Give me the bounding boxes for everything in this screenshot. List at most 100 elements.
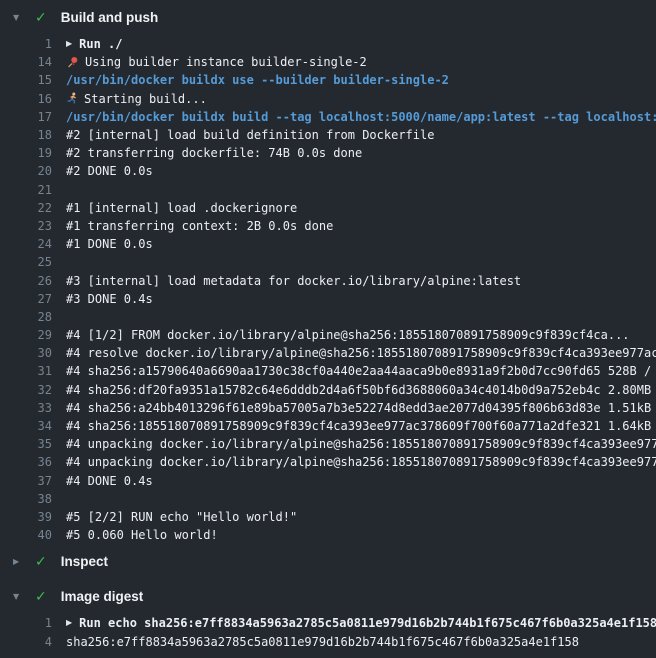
log-text-content: Run echo sha256:e7ff8834a5963a2785c5a081… — [79, 616, 656, 630]
log-line[interactable]: 40 #5 0.060 Hello world! — [0, 526, 656, 544]
log-line[interactable]: 15/usr/bin/docker buildx use --builder b… — [0, 71, 656, 89]
log-text: ▶Run echo sha256:e7ff8834a5963a2785c5a08… — [66, 616, 656, 630]
log-text: #4 [1/2] FROM docker.io/library/alpine@s… — [66, 328, 656, 342]
log-line[interactable]: 35 #4 unpacking docker.io/library/alpine@… — [0, 435, 656, 453]
log-line[interactable]: 1▶Run ./ — [0, 35, 656, 53]
log-line[interactable]: 38 — [0, 490, 656, 508]
line-number[interactable]: 35 — [0, 437, 52, 451]
line-number[interactable]: 32 — [0, 383, 52, 397]
log-text-content: /usr/bin/docker buildx use --builder bui… — [66, 73, 449, 87]
log-line[interactable]: 26 #3 [internal] load metadata for docker… — [0, 271, 656, 289]
section-header-inspect[interactable]: ▶✓Inspect — [0, 544, 656, 579]
line-number[interactable]: 26 — [0, 274, 52, 288]
log-text-content: sha256:e7ff8834a5963a2785c5a0811e979d16b… — [66, 635, 579, 649]
line-number[interactable]: 38 — [0, 492, 52, 506]
log-text-content: #3 DONE 0.4s — [66, 292, 153, 306]
line-number[interactable]: 36 — [0, 455, 52, 469]
log-text-content: /usr/bin/docker buildx build --tag local… — [66, 110, 656, 124]
check-success-icon: ✓ — [35, 590, 47, 604]
log-line[interactable]: 4 sha256:e7ff8834a5963a2785c5a0811e979d16… — [0, 632, 656, 650]
log-line[interactable]: 22 #1 [internal] load .dockerignore — [0, 199, 656, 217]
line-number[interactable]: 37 — [0, 474, 52, 488]
line-number[interactable]: 25 — [0, 255, 52, 269]
log-text: #4 sha256:a15790640a6690aa1730c38cf0a440… — [66, 364, 656, 378]
log-text: #5 [2/2] RUN echo "Hello world!" — [66, 510, 656, 524]
chevron-down-icon: ▼ — [13, 14, 27, 22]
log-text: #4 sha256:a24bb4013296f61e89ba57005a7b3e… — [66, 401, 656, 415]
log-text: /usr/bin/docker buildx build --tag local… — [66, 110, 656, 124]
line-number[interactable]: 40 — [0, 528, 52, 542]
log-text-content: Using builder instance builder-single-2 — [85, 55, 367, 69]
line-number[interactable]: 29 — [0, 328, 52, 342]
log-line[interactable]: 36 #4 unpacking docker.io/library/alpine@… — [0, 453, 656, 471]
line-number[interactable]: 18 — [0, 128, 52, 142]
log-line[interactable]: 39 #5 [2/2] RUN echo "Hello world!" — [0, 508, 656, 526]
section-title: Image digest — [61, 589, 144, 604]
log-line[interactable]: 34 #4 sha256:185518070891758909c9f839cf4c… — [0, 417, 656, 435]
log-text: #4 unpacking docker.io/library/alpine@sh… — [66, 455, 656, 469]
log-line[interactable]: 28 — [0, 308, 656, 326]
log-line[interactable]: 21 — [0, 181, 656, 199]
chevron-down-icon: ▼ — [13, 593, 27, 601]
log-line[interactable]: 20 #2 DONE 0.0s — [0, 162, 656, 180]
log-line[interactable]: 29 #4 [1/2] FROM docker.io/library/alpine… — [0, 326, 656, 344]
line-number[interactable]: 27 — [0, 292, 52, 306]
log-text-content: #2 transferring dockerfile: 74B 0.0s don… — [66, 146, 362, 160]
line-number[interactable]: 30 — [0, 346, 52, 360]
log-line[interactable]: 17/usr/bin/docker buildx build --tag loc… — [0, 108, 656, 126]
line-number[interactable]: 4 — [0, 635, 52, 649]
log-line[interactable]: 27 #3 DONE 0.4s — [0, 290, 656, 308]
line-number[interactable]: 39 — [0, 510, 52, 524]
line-number[interactable]: 1 — [0, 616, 52, 630]
line-number[interactable]: 15 — [0, 73, 52, 87]
log-line[interactable]: 31 #4 sha256:a15790640a6690aa1730c38cf0a4… — [0, 362, 656, 380]
line-number[interactable]: 21 — [0, 183, 52, 197]
log-text: #5 0.060 Hello world! — [66, 528, 656, 542]
line-number[interactable]: 20 — [0, 164, 52, 178]
line-number[interactable]: 24 — [0, 237, 52, 251]
log-line[interactable]: 1 ▶Run echo sha256:e7ff8834a5963a2785c5a0… — [0, 614, 656, 632]
log-text: #1 DONE 0.0s — [66, 237, 656, 251]
log-text-content: #5 [2/2] RUN echo "Hello world!" — [66, 510, 297, 524]
log-text: #4 sha256:df20fa9351a15782c64e6dddb2d4a6… — [66, 383, 656, 397]
chevron-right-icon: ▶ — [13, 558, 27, 566]
pushpin-icon — [66, 56, 79, 69]
section-title: Build and push — [61, 10, 159, 25]
log-text-content: #4 resolve docker.io/library/alpine@sha2… — [66, 346, 656, 360]
log-line[interactable]: 14 Using builder instance builder-single-… — [0, 53, 656, 71]
line-number[interactable]: 23 — [0, 219, 52, 233]
log-line[interactable]: 25 — [0, 253, 656, 271]
log-line[interactable]: 23#1 transferring context: 2B 0.0s done — [0, 217, 656, 235]
log-line[interactable]: 32 #4 sha256:df20fa9351a15782c64e6dddb2d4… — [0, 381, 656, 399]
log-text-content: Starting build... — [84, 92, 207, 106]
log-text-content: #3 [internal] load metadata for docker.i… — [66, 274, 521, 288]
line-number[interactable]: 22 — [0, 201, 52, 215]
section-header-image-digest[interactable]: ▼ ✓ Image digest — [0, 579, 656, 614]
line-number[interactable]: 19 — [0, 146, 52, 160]
line-number[interactable]: 17 — [0, 110, 52, 124]
log-line[interactable]: 19 #2 transferring dockerfile: 74B 0.0s d… — [0, 144, 656, 162]
line-number[interactable]: 16 — [0, 92, 52, 106]
log-text-content: #1 [internal] load .dockerignore — [66, 201, 297, 215]
check-success-icon: ✓ — [35, 555, 47, 569]
section-header-build-and-push[interactable]: ▼✓Build and push — [0, 0, 656, 35]
line-number[interactable]: 31 — [0, 364, 52, 378]
log-text-content: #4 sha256:df20fa9351a15782c64e6dddb2d4a6… — [66, 383, 656, 397]
log-line[interactable]: 30 #4 resolve docker.io/library/alpine@sh… — [0, 344, 656, 362]
log-text-content: #4 unpacking docker.io/library/alpine@sh… — [66, 437, 656, 451]
log-text: #1 [internal] load .dockerignore — [66, 201, 656, 215]
log-line[interactable]: 18#2 [internal] load build definition fr… — [0, 126, 656, 144]
line-number[interactable]: 34 — [0, 419, 52, 433]
log-text: #4 sha256:185518070891758909c9f839cf4ca3… — [66, 419, 656, 433]
log-line[interactable]: 33 #4 sha256:a24bb4013296f61e89ba57005a7b… — [0, 399, 656, 417]
log-line[interactable]: 24 #1 DONE 0.0s — [0, 235, 656, 253]
log-pane-image-digest: 1 ▶Run echo sha256:e7ff8834a5963a2785c5a0… — [0, 614, 656, 650]
line-number[interactable]: 28 — [0, 310, 52, 324]
log-line[interactable]: 37#4 DONE 0.4s — [0, 472, 656, 490]
log-line[interactable]: 16 Starting build... — [0, 90, 656, 108]
line-number[interactable]: 33 — [0, 401, 52, 415]
line-number[interactable]: 1 — [0, 37, 52, 51]
log-text-content: #2 DONE 0.0s — [66, 164, 153, 178]
line-number[interactable]: 14 — [0, 55, 52, 69]
log-text: #3 [internal] load metadata for docker.i… — [66, 274, 656, 288]
